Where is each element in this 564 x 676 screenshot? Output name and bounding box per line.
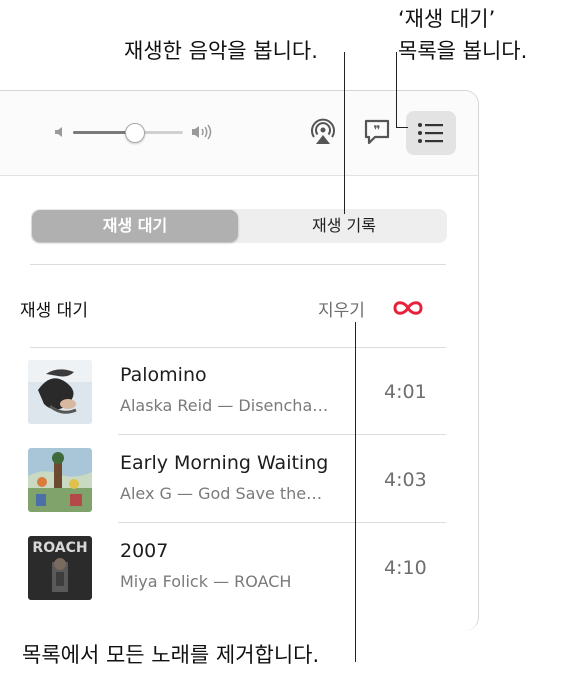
leader-line-queue-tick (396, 127, 408, 128)
album-art-palomino (28, 360, 92, 424)
leader-line-queue (396, 52, 397, 128)
queue-history-segmented-control: 재생 대기 재생 기록 (31, 209, 447, 243)
divider (118, 434, 446, 435)
leader-line-history (344, 52, 345, 214)
track-title: Early Morning Waiting (120, 452, 329, 474)
queue-title: 재생 대기 (20, 301, 88, 321)
track-subtitle: Miya Folick — ROACH (120, 572, 292, 591)
list-icon (418, 123, 443, 143)
tab-history[interactable]: 재생 기록 (241, 209, 447, 243)
playing-next-button[interactable] (406, 111, 456, 155)
track-duration: 4:10 (384, 557, 427, 579)
album-art: ROACH (28, 536, 92, 600)
infinity-icon[interactable] (390, 298, 426, 318)
track-row[interactable]: Early Morning Waiting Alex G — God Save … (0, 448, 450, 538)
album-art-early-morning-waiting (28, 448, 92, 512)
tab-queue[interactable]: 재생 대기 (32, 210, 238, 242)
divider (118, 522, 446, 523)
track-duration: 4:03 (384, 469, 427, 491)
callout-queue-line1: ‘재생 대기’ (398, 7, 496, 31)
track-row[interactable]: ROACH 2007 Miya Folick — ROACH 4:10 (0, 536, 450, 626)
album-art-roach: ROACH (28, 536, 92, 600)
callout-history: 재생한 음악을 봅니다. (124, 39, 318, 63)
lyrics-icon[interactable]: ❞ (362, 117, 392, 147)
track-duration: 4:01 (384, 381, 427, 403)
leader-line-clear (355, 322, 356, 662)
divider (30, 264, 446, 265)
callout-clear: 목록에서 모든 노래를 제거합니다. (22, 643, 320, 667)
airplay-icon[interactable] (307, 115, 339, 147)
track-title: Palomino (120, 364, 207, 386)
volume-high-icon (192, 124, 212, 140)
track-title: 2007 (120, 540, 169, 562)
album-art (28, 360, 92, 424)
roach-art-text: ROACH (32, 540, 87, 556)
divider (30, 347, 446, 348)
clear-button[interactable]: 지우기 (318, 296, 365, 321)
album-art (28, 448, 92, 512)
callout-queue-line2: 목록을 봅니다. (398, 39, 528, 63)
track-subtitle: Alex G — God Save the… (120, 484, 323, 503)
toolbar: ❞ (0, 91, 478, 176)
svg-text:❞: ❞ (373, 123, 380, 137)
track-row[interactable]: Palomino Alaska Reid — Disencha… 4:01 (0, 360, 450, 450)
volume-slider-knob[interactable] (124, 123, 145, 143)
volume-low-icon (55, 127, 62, 137)
track-subtitle: Alaska Reid — Disencha… (120, 396, 329, 415)
